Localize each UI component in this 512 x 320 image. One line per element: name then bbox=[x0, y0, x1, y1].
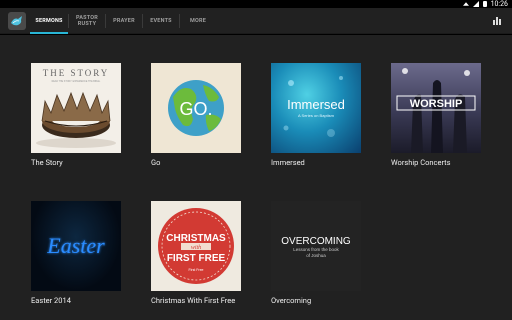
app-logo-icon[interactable] bbox=[8, 11, 26, 30]
tab-prayer[interactable]: PRAYER bbox=[106, 8, 142, 34]
series-card-overcoming[interactable]: OVERCOMING Lessons from the book of Josh… bbox=[271, 201, 363, 305]
dove-icon bbox=[11, 15, 22, 25]
artwork-subtitle: Lessons from the book of Joshua bbox=[293, 247, 339, 258]
artwork-title: GO. bbox=[179, 99, 212, 119]
sermon-series-grid: THE STORY READ THE STORY. EXPERIENCE THE… bbox=[0, 35, 512, 320]
artwork-title-line1: CHRISTMAS bbox=[166, 233, 226, 244]
tab-events[interactable]: EVENTS bbox=[143, 8, 179, 34]
tab-bar: SERMONS PASTOR RUSTY PRAYER EVENTS MORE bbox=[30, 8, 216, 34]
battery-icon bbox=[482, 1, 487, 7]
tab-sermons[interactable]: SERMONS bbox=[30, 8, 68, 34]
artwork-subtitle: READ THE STORY. EXPERIENCE THE BIBLE. bbox=[52, 80, 101, 83]
series-card-easter-2014[interactable]: Easter Easter 2014 bbox=[31, 201, 123, 305]
series-artwork: GO. bbox=[151, 63, 241, 153]
series-card-immersed[interactable]: Immersed A Series on Baptism Immersed bbox=[271, 63, 363, 167]
artwork-footer: First Free bbox=[189, 268, 204, 272]
series-artwork: CHRISTMAS with FIRST FREE First Free bbox=[151, 201, 241, 291]
stats-chart-icon[interactable] bbox=[492, 15, 502, 25]
series-artwork: THE STORY READ THE STORY. EXPERIENCE THE… bbox=[31, 63, 121, 153]
artwork-title: THE STORY bbox=[43, 68, 110, 78]
series-title: Go bbox=[151, 158, 161, 167]
artwork-title: WORSHIP bbox=[410, 98, 463, 110]
series-artwork: Easter bbox=[31, 201, 121, 291]
tab-more[interactable]: MORE bbox=[180, 8, 216, 34]
artwork-title: OVERCOMING bbox=[281, 236, 351, 247]
series-title: Easter 2014 bbox=[31, 296, 71, 305]
wifi-icon bbox=[462, 2, 469, 6]
series-card-go[interactable]: GO. Go bbox=[151, 63, 243, 167]
tab-pastor-rusty[interactable]: PASTOR RUSTY bbox=[69, 8, 105, 34]
artwork-title: Easter bbox=[46, 233, 105, 258]
series-artwork: OVERCOMING Lessons from the book of Josh… bbox=[271, 201, 361, 291]
series-artwork: Immersed A Series on Baptism bbox=[271, 63, 361, 153]
series-title: The Story bbox=[31, 158, 63, 167]
artwork-title-line3: FIRST FREE bbox=[167, 253, 226, 264]
series-title: Overcoming bbox=[271, 296, 312, 305]
series-artwork: WORSHIP bbox=[391, 63, 481, 153]
artwork-title: Immersed bbox=[287, 97, 345, 112]
series-title: Worship Concerts bbox=[391, 158, 451, 167]
artwork-title-line2: with bbox=[191, 245, 201, 251]
series-card-worship-concerts[interactable]: WORSHIP Worship Concerts bbox=[391, 63, 483, 167]
series-card-christmas-with-first-free[interactable]: CHRISTMAS with FIRST FREE First Free Chr… bbox=[151, 201, 243, 305]
series-title: Christmas With First Free bbox=[151, 296, 236, 305]
clock: 10:26 bbox=[490, 0, 508, 8]
signal-icon bbox=[472, 1, 479, 7]
series-card-the-story[interactable]: THE STORY READ THE STORY. EXPERIENCE THE… bbox=[31, 63, 123, 167]
app-bar: SERMONS PASTOR RUSTY PRAYER EVENTS MORE bbox=[0, 8, 512, 34]
artwork-subtitle: A Series on Baptism bbox=[298, 113, 335, 118]
series-title: Immersed bbox=[271, 158, 305, 167]
